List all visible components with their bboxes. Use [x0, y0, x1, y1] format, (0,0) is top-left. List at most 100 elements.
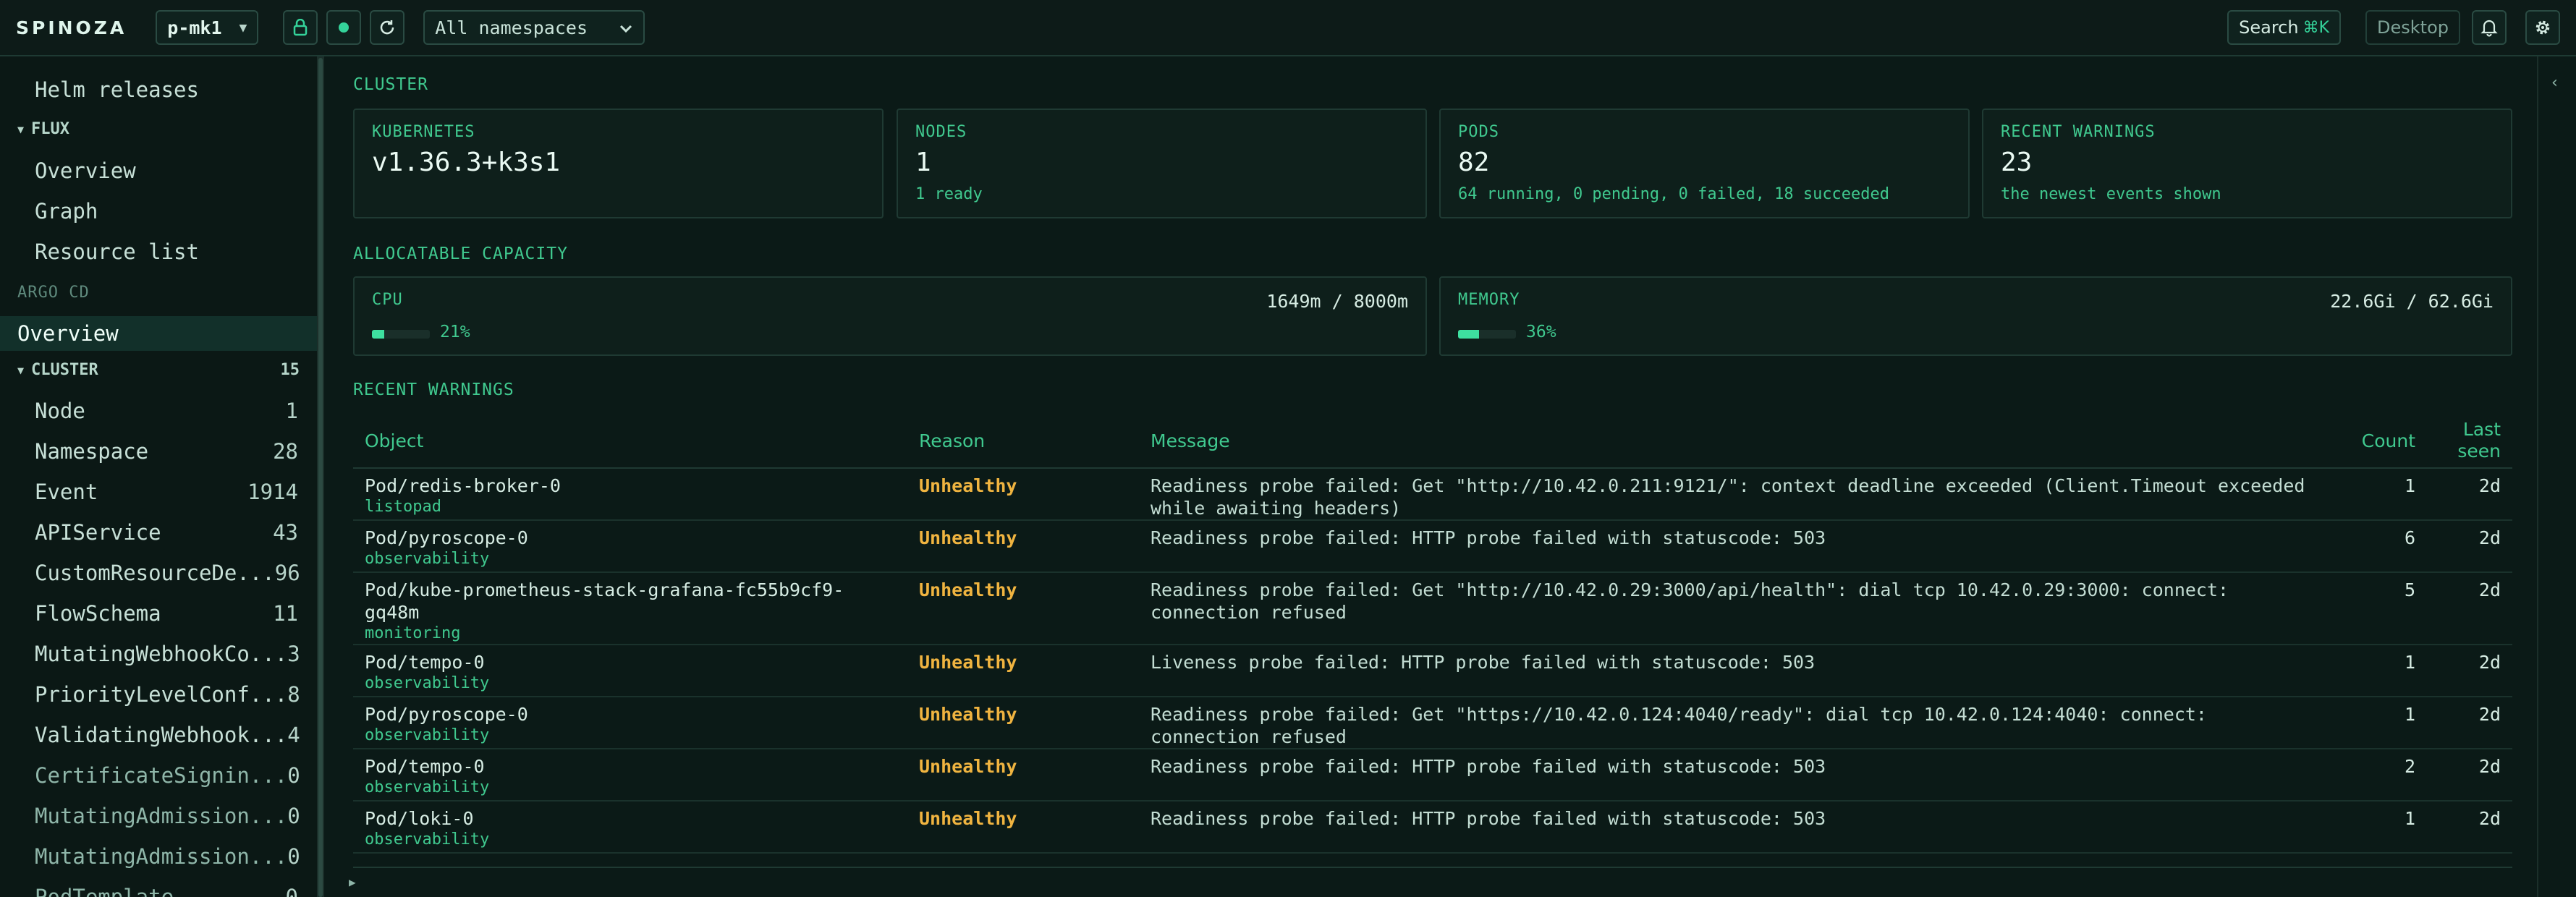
count-cell: 1: [2331, 697, 2427, 749]
capacity-section-title: ALLOCATABLE CAPACITY: [353, 245, 568, 263]
sidebar-group-count: 15: [280, 361, 300, 379]
sidebar-item-cluster-resource[interactable]: PodTemplate 0: [0, 880, 317, 897]
table-row[interactable]: Pod/redis-broker-0 listopad Unhealthy Readi…: [353, 468, 2512, 521]
sidebar-item-cluster-resource[interactable]: ValidatingWebhook... 4: [0, 718, 317, 752]
object-namespace[interactable]: observability: [365, 830, 896, 850]
sidebar-item-label: Resource list: [35, 239, 199, 264]
sidebar-item-cluster-resource[interactable]: Namespace 28: [0, 434, 317, 469]
object-namespace[interactable]: observability: [365, 726, 896, 746]
last-seen-cell: 2d: [2427, 697, 2512, 749]
object-namespace[interactable]: monitoring: [365, 624, 896, 644]
sidebar-item-cluster-resource[interactable]: Node 1: [0, 394, 317, 428]
connection-status-button[interactable]: [326, 10, 362, 45]
reason-cell: Unhealthy: [907, 697, 1139, 749]
sidebar-item-label: Helm releases: [35, 77, 199, 102]
app-brand: SPINOZA: [16, 17, 127, 38]
triangle-down-icon: ▼: [17, 363, 25, 377]
sidebar-item-cluster-resource[interactable]: MutatingAdmission... 0: [0, 839, 317, 874]
sidebar-item-cluster-resource[interactable]: PriorityLevelConf... 8: [0, 677, 317, 712]
search-shortcut: ⌘K: [2302, 18, 2330, 37]
object-name[interactable]: Pod/redis-broker-0: [365, 475, 896, 497]
message-cell: Liveness probe failed: HTTP probe failed…: [1139, 645, 2331, 697]
object-name[interactable]: Pod/tempo-0: [365, 651, 896, 673]
sidebar-item-flux-resource-list[interactable]: Resource list: [0, 234, 317, 269]
object-name[interactable]: Pod/loki-0: [365, 807, 896, 830]
triangle-right-icon[interactable]: ▶: [349, 875, 356, 889]
notifications-button[interactable]: [2472, 10, 2507, 45]
table-row[interactable]: Pod/tempo-0 observability Unhealthy Livenes…: [353, 645, 2512, 697]
column-header-reason[interactable]: Reason: [907, 414, 1139, 469]
table-row[interactable]: Pod/pyroscope-0 observability Unhealthy Rea…: [353, 520, 2512, 573]
card-label: RECENT WARNINGS: [2001, 123, 2156, 141]
context-selector[interactable]: p-mk1 ▼: [156, 10, 259, 45]
sidebar-item-label: ValidatingWebhook...: [35, 723, 288, 747]
sidebar-item-label: Node: [35, 399, 85, 423]
card-value: 82: [1458, 148, 1490, 177]
sidebar-item-count: 1914: [247, 480, 298, 504]
nodes-card[interactable]: NODES 1 1 ready: [897, 109, 1427, 218]
sidebar-group-flux[interactable]: ▼ FLUX: [17, 120, 300, 138]
last-seen-cell: 2d: [2427, 520, 2512, 573]
object-namespace[interactable]: listopad: [365, 497, 896, 517]
sidebar-item-cluster-resource[interactable]: FlowSchema 11: [0, 596, 317, 631]
object-name[interactable]: Pod/pyroscope-0: [365, 703, 896, 726]
sidebar-item-label: Graph: [35, 199, 98, 224]
search-button[interactable]: Search ⌘K: [2227, 10, 2342, 45]
table-row[interactable]: Pod/loki-0 observability Unhealthy Readines…: [353, 801, 2512, 854]
desktop-button[interactable]: Desktop: [2365, 10, 2460, 45]
reason-cell: Unhealthy: [907, 749, 1139, 802]
count-cell: 6: [2331, 520, 2427, 573]
message-cell: Readiness probe failed: Get "http://10.4…: [1139, 572, 2331, 645]
table-row[interactable]: Pod/pyroscope-0 observability Unhealthy Rea…: [353, 697, 2512, 749]
object-name[interactable]: Pod/kube-prometheus-stack-grafana-fc55b9…: [365, 579, 896, 624]
column-header-message[interactable]: Message: [1139, 414, 2331, 469]
sidebar-item-cluster-resource[interactable]: Event 1914: [0, 475, 317, 509]
sidebar-item-helm-releases[interactable]: Helm releases: [0, 72, 317, 107]
sidebar-item-cluster-resource[interactable]: CertificateSignin... 0: [0, 758, 317, 793]
pods-card[interactable]: PODS 82 64 running, 0 pending, 0 failed,…: [1439, 109, 1970, 218]
sidebar-item-label: Overview: [17, 321, 119, 346]
column-header-count[interactable]: Count: [2331, 414, 2427, 469]
sidebar-item-count: 0: [287, 844, 300, 869]
object-name[interactable]: Pod/pyroscope-0: [365, 527, 896, 549]
object-namespace[interactable]: observability: [365, 673, 896, 694]
sidebar-item-label: Namespace: [35, 439, 149, 464]
object-name[interactable]: Pod/tempo-0: [365, 755, 896, 778]
reason-cell: Unhealthy: [907, 468, 1139, 521]
table-row[interactable]: Pod/kube-prometheus-stack-grafana-fc55b9…: [353, 572, 2512, 645]
sidebar-item-count: 11: [273, 601, 298, 626]
sidebar-item-cluster-resource[interactable]: MutatingWebhookCo... 3: [0, 637, 317, 671]
last-seen-cell: 2d: [2427, 749, 2512, 802]
table-header-row: Object Reason Message Count Last seen: [353, 414, 2512, 469]
sidebar-group-argo-cd: ARGO CD: [17, 284, 90, 302]
column-header-object[interactable]: Object: [353, 414, 907, 469]
object-namespace[interactable]: observability: [365, 778, 896, 798]
warnings-table-container[interactable]: Object Reason Message Count Last seen Po…: [353, 414, 2512, 868]
namespace-select[interactable]: All namespaces: [423, 10, 645, 45]
sidebar-item-flux-graph[interactable]: Graph: [0, 194, 317, 229]
settings-button[interactable]: [2525, 10, 2560, 45]
column-header-last-seen[interactable]: Last seen: [2427, 414, 2512, 469]
count-cell: 1: [2331, 801, 2427, 854]
sidebar-group-cluster[interactable]: ▼ CLUSTER 15: [17, 361, 300, 379]
recent-warnings-card[interactable]: RECENT WARNINGS 23 the newest events sho…: [1982, 109, 2512, 218]
card-label: NODES: [915, 123, 967, 141]
sidebar-item-argo-overview[interactable]: Overview: [0, 316, 317, 351]
sidebar-item-cluster-resource[interactable]: APIService 43: [0, 515, 317, 550]
sidebar-item-label: PodTemplate: [35, 885, 174, 897]
message-cell: Readiness probe failed: HTTP probe faile…: [1139, 801, 2331, 854]
object-namespace[interactable]: observability: [365, 549, 896, 569]
lock-icon: [294, 19, 308, 36]
sidebar-item-cluster-resource[interactable]: CustomResourceDe... 96: [0, 556, 317, 590]
cpu-label: CPU: [372, 291, 403, 309]
sidebar-item-cluster-resource[interactable]: MutatingAdmission... 0: [0, 799, 317, 833]
chevron-left-icon[interactable]: ‹: [2550, 74, 2559, 92]
table-row[interactable]: Pod/tempo-0 observability Unhealthy Readine…: [353, 749, 2512, 802]
sidebar-item-count: 4: [287, 723, 300, 747]
sidebar-item-label: APIService: [35, 520, 161, 545]
sidebar-item-flux-overview[interactable]: Overview: [0, 153, 317, 188]
sidebar-scrollbar[interactable]: [318, 58, 323, 897]
refresh-button[interactable]: [370, 10, 405, 45]
cpu-percent: 21%: [440, 323, 470, 341]
lock-button[interactable]: [283, 10, 318, 45]
